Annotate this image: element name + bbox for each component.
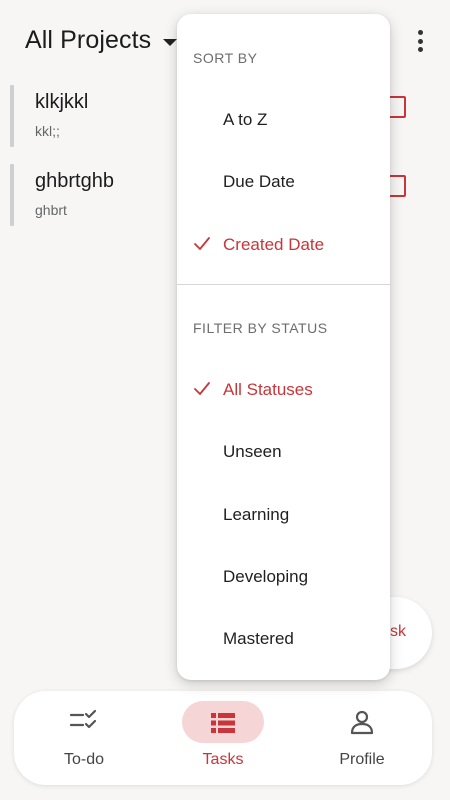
menu-item-label: Created Date [223, 235, 325, 254]
screen: All Projects klkjkkl kkl;; ghbrtghb ghbr… [0, 0, 450, 800]
filter-option-developing[interactable]: Developing [177, 551, 390, 603]
project-selector[interactable]: All Projects [25, 26, 178, 55]
sort-option-created-date[interactable]: Created Date [177, 219, 390, 271]
menu-item-label: Unseen [223, 442, 282, 461]
caret-down-icon [163, 38, 178, 46]
check-icon [194, 382, 210, 395]
task-subtitle: ghbrt [35, 202, 67, 218]
filter-option-mastered[interactable]: Mastered [177, 613, 390, 665]
fab-label: sk [390, 623, 406, 640]
todo-checklist-icon [69, 709, 97, 729]
filter-option-unseen[interactable]: Unseen [177, 426, 390, 478]
nav-label-tasks: Tasks [202, 751, 244, 768]
task-title: klkjkkl [35, 91, 89, 113]
task-subtitle: kkl;; [35, 123, 60, 139]
filter-option-all-statuses[interactable]: All Statuses [177, 364, 390, 416]
check-icon [194, 237, 210, 250]
sort-by-header: SORT BY [193, 50, 258, 66]
more-dot [417, 30, 423, 35]
sort-filter-menu: SORT BY A to Z Due Date Created Date FIL… [177, 14, 390, 680]
nav-label-profile: Profile [339, 751, 385, 768]
task-title: ghbrtghb [35, 170, 114, 192]
sort-option-due-date[interactable]: Due Date [177, 156, 390, 208]
menu-item-label: All Statuses [223, 380, 313, 399]
more-dot [417, 47, 423, 52]
task-status-bar [10, 164, 14, 226]
nav-label-todo: To-do [63, 751, 105, 768]
menu-item-label: Developing [223, 567, 309, 586]
bottom-nav: To-do Tasks Profile [14, 691, 432, 785]
filter-option-learning[interactable]: Learning [177, 489, 390, 541]
nav-item-tasks[interactable]: Tasks [153, 691, 293, 785]
nav-item-todo[interactable]: To-do [14, 691, 154, 785]
more-dot [417, 38, 423, 44]
profile-person-icon [350, 710, 374, 735]
menu-item-label: A to Z [223, 110, 268, 129]
menu-item-label: Mastered [223, 629, 294, 648]
tasks-list-icon [211, 713, 235, 733]
menu-item-label: Due Date [223, 172, 295, 191]
task-status-bar [10, 85, 14, 147]
filter-by-status-header: FILTER BY STATUS [193, 320, 328, 336]
more-vertical-icon[interactable] [408, 26, 432, 56]
project-title: All Projects [25, 26, 152, 54]
menu-item-label: Learning [223, 505, 290, 524]
menu-divider [177, 284, 390, 285]
nav-item-profile[interactable]: Profile [292, 691, 432, 785]
sort-option-a-to-z[interactable]: A to Z [177, 94, 390, 146]
